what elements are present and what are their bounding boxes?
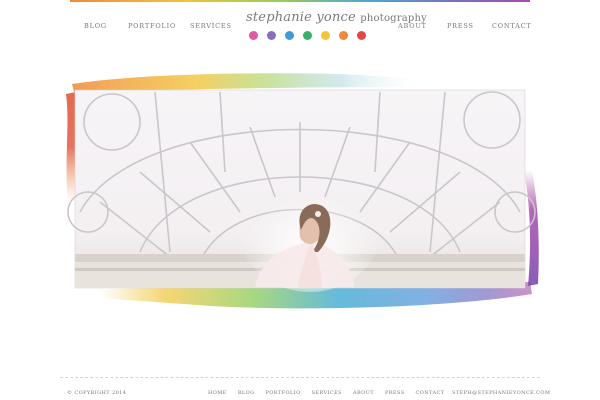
logo-name: stephanie yonce <box>246 10 356 25</box>
footer-email-link[interactable]: STEPH@STEPHANIEYONCE.COM <box>452 390 550 396</box>
nav-press[interactable]: PRESS <box>447 22 474 30</box>
brush-stroke-top <box>72 73 430 92</box>
logo-dot <box>321 31 330 40</box>
footer-link-portfolio[interactable]: PORTFOLIO <box>266 390 301 396</box>
nav-about[interactable]: ABOUT <box>398 22 427 30</box>
hero-image-frame <box>66 73 539 309</box>
nav-services[interactable]: SERVICES <box>190 22 232 30</box>
logo-dot <box>303 31 312 40</box>
nav-contact[interactable]: CONTACT <box>492 22 532 30</box>
logo-dot <box>249 31 258 40</box>
footer-divider <box>60 377 540 378</box>
page: BLOG PORTFOLIO SERVICES stephanie yonce … <box>0 0 600 400</box>
logo-dot <box>357 31 366 40</box>
footer-link-press[interactable]: PRESS <box>385 390 405 396</box>
top-rainbow-bar <box>70 0 530 2</box>
nav-portfolio[interactable]: PORTFOLIO <box>128 22 176 30</box>
logo-dot <box>267 31 276 40</box>
footer-link-contact[interactable]: CONTACT <box>416 390 445 396</box>
footer-copyright: © COPYRIGHT 2014 <box>67 390 127 396</box>
nav-blog[interactable]: BLOG <box>84 22 107 30</box>
footer-link-blog[interactable]: BLOG <box>238 390 255 396</box>
site-logo[interactable]: stephanie yonce photography <box>246 10 427 42</box>
logo-dot <box>339 31 348 40</box>
footer-nav: HOME BLOG PORTFOLIO SERVICES ABOUT PRESS CONTA… <box>208 390 455 396</box>
footer-link-about[interactable]: ABOUT <box>353 390 374 396</box>
logo-dot <box>285 31 294 40</box>
footer-link-services[interactable]: SERVICES <box>312 390 342 396</box>
logo-color-dots <box>249 31 366 40</box>
footer-link-home[interactable]: HOME <box>208 390 227 396</box>
